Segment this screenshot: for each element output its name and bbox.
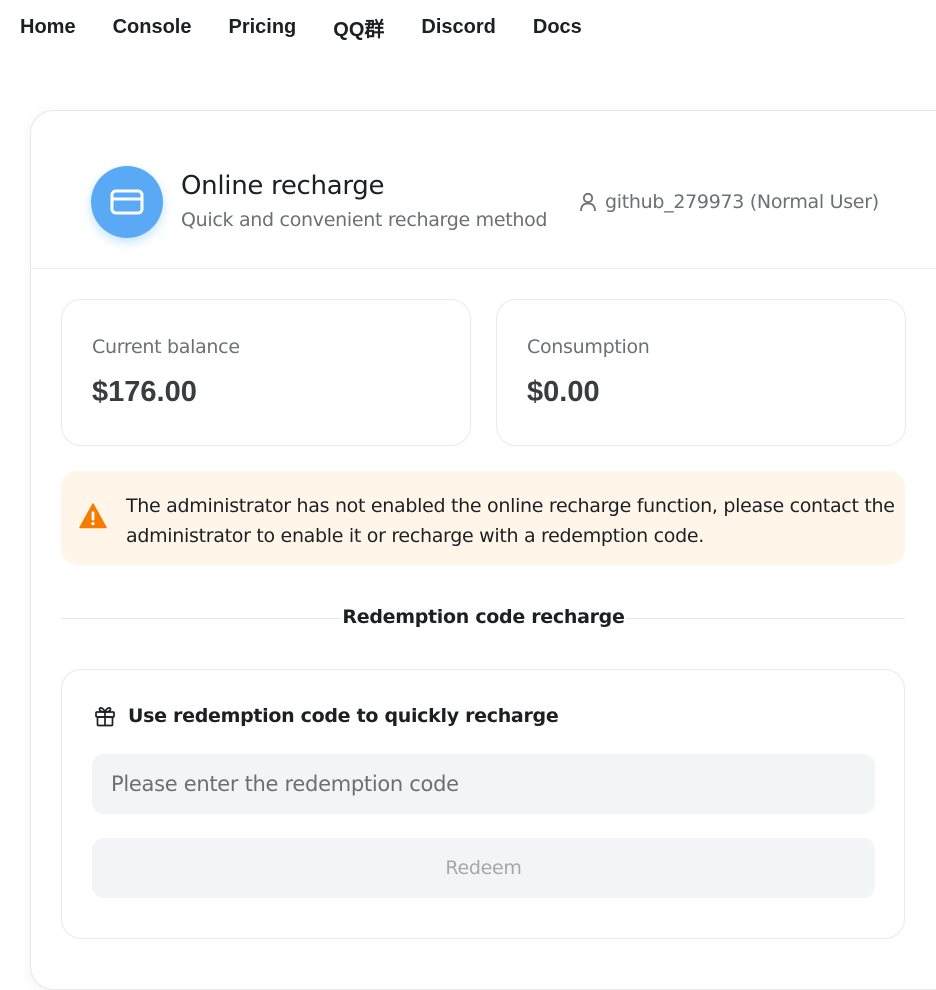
top-navigation: Home Console Pricing QQ群 Discord Docs [0, 0, 936, 54]
redeem-section: Use redemption code to quickly recharge … [61, 669, 905, 939]
redeem-button[interactable]: Redeem [92, 838, 875, 898]
consumption-value: $0.00 [527, 376, 600, 408]
user-icon [580, 192, 596, 212]
credit-card-icon [91, 166, 163, 238]
user-name: github_279973 (Normal User) [605, 191, 879, 213]
redeem-title: Use redemption code to quickly recharge [128, 705, 559, 727]
nav-qq-group[interactable]: QQ群 [333, 13, 384, 42]
nav-console[interactable]: Console [113, 16, 192, 39]
consumption-label: Consumption [527, 336, 650, 358]
nav-pricing[interactable]: Pricing [228, 16, 296, 39]
redemption-code-input[interactable] [92, 754, 875, 814]
warning-icon [79, 503, 107, 529]
page-subtitle: Quick and convenient recharge method [181, 209, 548, 231]
card-header: Online recharge Quick and convenient rec… [31, 111, 936, 269]
user-info: github_279973 (Normal User) [579, 191, 879, 213]
nav-home[interactable]: Home [20, 16, 76, 39]
gift-icon [95, 707, 115, 727]
balance-label: Current balance [92, 336, 240, 358]
balance-value: $176.00 [92, 376, 197, 408]
alert-message: The administrator has not enabled the on… [126, 495, 895, 547]
nav-discord[interactable]: Discord [421, 16, 495, 39]
balance-card: Current balance $176.00 [61, 299, 471, 446]
recharge-card: Online recharge Quick and convenient rec… [30, 110, 936, 990]
warning-alert: The administrator has not enabled the on… [61, 471, 905, 565]
nav-docs[interactable]: Docs [533, 16, 582, 39]
divider-label: Redemption code recharge [341, 606, 626, 632]
redeem-header: Use redemption code to quickly recharge [94, 705, 559, 727]
consumption-card: Consumption $0.00 [496, 299, 906, 446]
page-title: Online recharge [181, 171, 385, 201]
